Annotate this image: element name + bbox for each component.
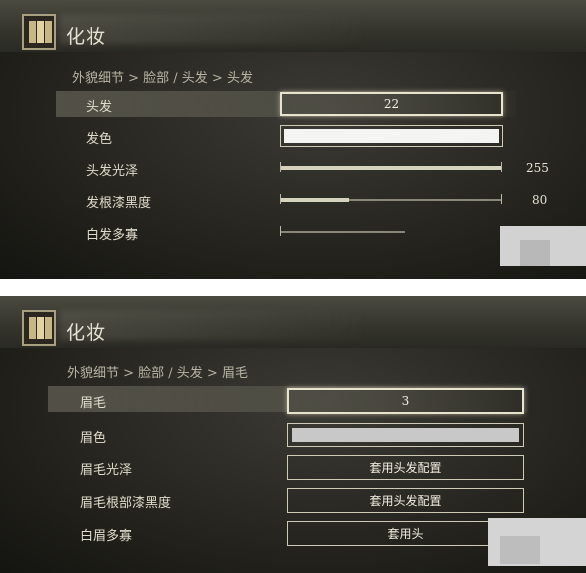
eyebrow-style-selector[interactable]: 3 [287, 388, 524, 414]
hair-luster-value: 255 [526, 161, 549, 175]
makeup-emblem-icon [22, 310, 56, 346]
root-darkness-label: 发根漆黑度 [86, 196, 152, 211]
title-bar: 化妆 [0, 0, 586, 52]
breadcrumb: 外貌细节 > 脸部 / 头发 > 眉毛 [67, 366, 248, 381]
eyebrow-luster-field[interactable]: 套用头发配置 [287, 455, 524, 480]
hair-luster-tick-left [280, 162, 281, 172]
gray-hair-tick-left [280, 226, 281, 236]
eyebrow-root-darkness-value: 套用头发配置 [369, 494, 442, 508]
eyebrow-makeup-panel: 化妆 外貌细节 > 脸部 / 头发 > 眉毛 眉毛 3 眉色 眉毛光泽 套用头发… [0, 296, 586, 573]
eyebrow-color-swatch [292, 428, 519, 442]
eyebrow-label: 眉毛 [80, 396, 107, 411]
eyebrow-root-darkness-label: 眉毛根部漆黑度 [80, 496, 172, 511]
root-darkness-tick-right [501, 194, 502, 204]
hair-luster-label: 头发光泽 [86, 164, 139, 179]
gray-hair-label: 白发多寡 [86, 228, 139, 243]
hair-style-value: 22 [383, 97, 400, 111]
hair-luster-fill [280, 166, 502, 170]
root-darkness-value: 80 [532, 193, 548, 207]
hair-label: 头发 [86, 100, 113, 115]
eyebrow-color-field[interactable] [287, 423, 524, 447]
makeup-emblem-icon [22, 14, 56, 50]
hair-luster-tick-right [501, 162, 502, 172]
redaction-mosaic-dark [500, 536, 540, 564]
hair-style-selector[interactable]: 22 [280, 92, 503, 116]
root-darkness-fill [280, 198, 349, 202]
hair-makeup-panel: 化妆 外貌细节 > 脸部 / 头发 > 头发 头发 22 发色 头发光泽 255… [0, 0, 586, 279]
eyebrow-luster-value: 套用头发配置 [369, 461, 442, 475]
eyebrow-root-darkness-field[interactable]: 套用头发配置 [287, 488, 524, 513]
root-darkness-tick-left [280, 194, 281, 204]
white-eyebrow-label: 白眉多寡 [80, 529, 133, 544]
page-title: 化妆 [66, 322, 107, 344]
redaction-mosaic-dark [520, 240, 550, 266]
page-title: 化妆 [66, 26, 107, 48]
breadcrumb: 外貌细节 > 脸部 / 头发 > 头发 [72, 71, 253, 86]
gray-hair-slider[interactable] [280, 231, 405, 233]
hair-color-swatch [284, 129, 499, 143]
title-bar: 化妆 [0, 296, 586, 348]
root-darkness-slider[interactable] [280, 198, 502, 202]
eyebrow-color-label: 眉色 [80, 431, 107, 446]
eyebrow-style-value: 3 [401, 394, 410, 408]
hair-color-field[interactable] [280, 125, 503, 147]
eyebrow-luster-label: 眉毛光泽 [80, 463, 133, 478]
hair-luster-slider[interactable] [280, 166, 502, 170]
hair-color-label: 发色 [86, 132, 113, 147]
